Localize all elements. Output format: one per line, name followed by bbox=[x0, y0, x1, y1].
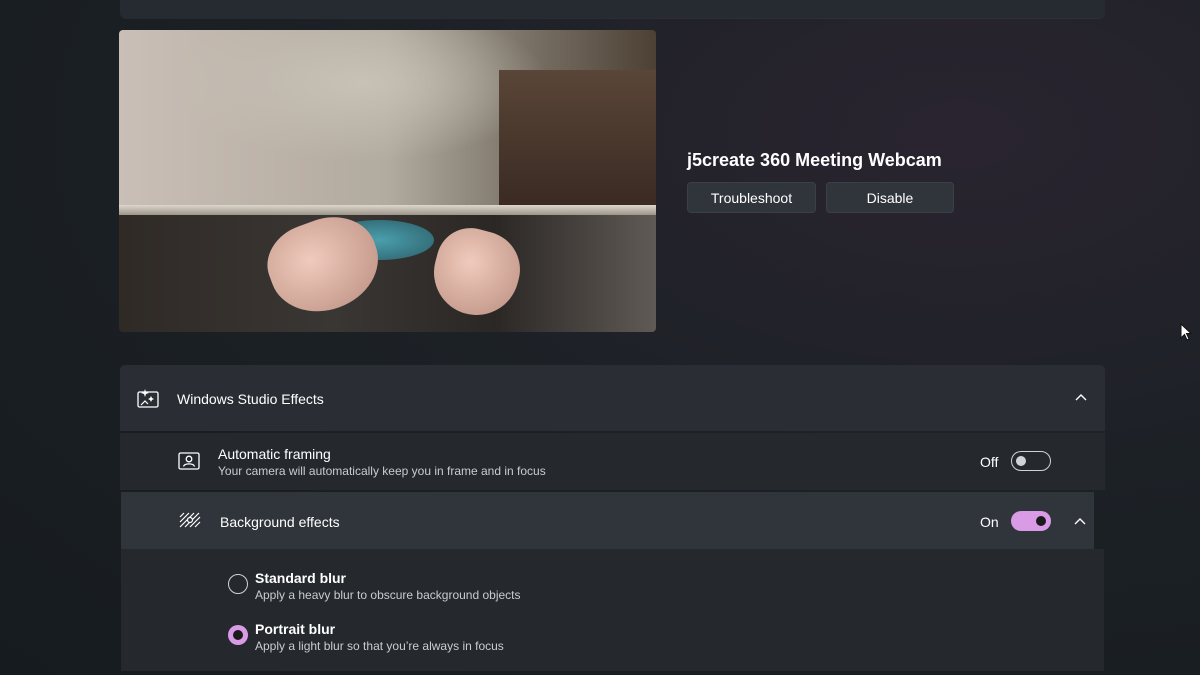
automatic-framing-state: Off bbox=[980, 454, 999, 470]
device-name: j5create 360 Meeting Webcam bbox=[687, 150, 942, 170]
studio-effects-header[interactable]: Windows Studio Effects bbox=[120, 365, 1105, 431]
standard-blur-description: Apply a heavy blur to obscure background… bbox=[255, 588, 521, 602]
portrait-blur-description: Apply a light blur so that you’re always… bbox=[255, 639, 504, 653]
disable-button[interactable]: Disable bbox=[826, 182, 954, 213]
portrait-frame-icon bbox=[178, 452, 200, 470]
background-effects-state: On bbox=[980, 514, 999, 530]
chevron-up-icon[interactable] bbox=[1074, 517, 1086, 525]
portrait-blur-radio[interactable] bbox=[228, 625, 248, 645]
chevron-up-icon[interactable] bbox=[1075, 393, 1087, 401]
automatic-framing-title: Automatic framing bbox=[218, 446, 331, 462]
background-effects-toggle[interactable] bbox=[1011, 511, 1051, 531]
automatic-framing-row: Automatic framing Your camera will autom… bbox=[120, 433, 1105, 490]
background-effects-row[interactable]: Background effects On bbox=[121, 492, 1094, 549]
automatic-framing-toggle[interactable] bbox=[1011, 451, 1051, 471]
mouse-cursor-icon bbox=[1180, 323, 1192, 341]
background-effects-title: Background effects bbox=[220, 514, 340, 530]
portrait-blur-title: Portrait blur bbox=[255, 621, 336, 637]
automatic-framing-description: Your camera will automatically keep you … bbox=[218, 464, 546, 478]
sparkle-camera-icon bbox=[137, 389, 159, 408]
background-blur-icon bbox=[179, 512, 201, 528]
standard-blur-title: Standard blur bbox=[255, 570, 347, 586]
background-effects-options: Standard blur Apply a heavy blur to obsc… bbox=[121, 549, 1104, 671]
troubleshoot-button[interactable]: Troubleshoot bbox=[687, 182, 816, 213]
preview-upper-scene bbox=[119, 30, 656, 206]
previous-settings-card bbox=[120, 0, 1105, 18]
camera-preview bbox=[119, 30, 656, 332]
studio-effects-title: Windows Studio Effects bbox=[177, 391, 324, 407]
standard-blur-radio[interactable] bbox=[228, 574, 248, 594]
